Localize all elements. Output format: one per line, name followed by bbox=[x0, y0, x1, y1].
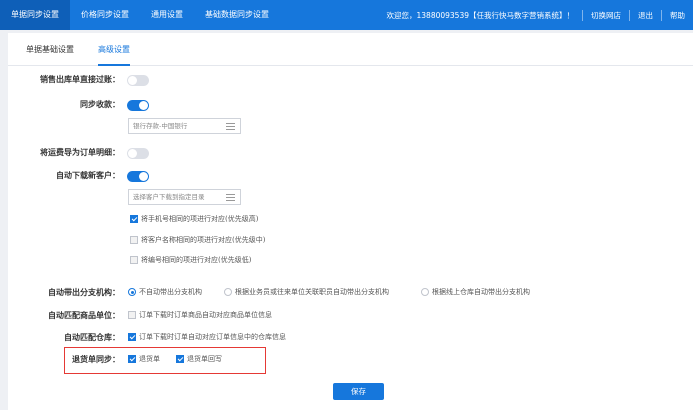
match-unit-label: 自动匹配商品单位： bbox=[48, 311, 120, 320]
match-phone-checkbox[interactable] bbox=[130, 215, 138, 223]
toggle-knob bbox=[128, 149, 137, 158]
list-icon bbox=[226, 123, 235, 130]
sales-out-direct-label: 销售出库单直接过账： bbox=[40, 75, 120, 84]
settings-panel: 单据基础设置 高级设置 销售出库单直接过账： 同步收款： 银行存款-中国银行 将… bbox=[8, 33, 693, 410]
toggle-knob bbox=[128, 76, 137, 85]
auto-branch-label: 自动带出分支机构： bbox=[48, 288, 120, 297]
return-order-checkbox[interactable] bbox=[128, 355, 136, 363]
customer-directory-placeholder: 选择客户下载到指定目录 bbox=[133, 193, 205, 201]
subtab-basic-settings[interactable]: 单据基础设置 bbox=[26, 33, 74, 66]
return-fee-label: 将运费导为订单明细： bbox=[40, 148, 120, 157]
branch-none-label: 不自动带出分支机构 bbox=[139, 288, 202, 296]
subtab-advanced-settings[interactable]: 高级设置 bbox=[98, 33, 130, 66]
match-code-checkbox[interactable] bbox=[130, 256, 138, 264]
list-icon bbox=[226, 194, 235, 201]
match-name-label: 将客户名称相同的项进行对应(优先级中) bbox=[141, 236, 266, 244]
tab-document-sync[interactable]: 单据同步设置 bbox=[0, 0, 70, 30]
top-nav: 单据同步设置 价格同步设置 通用设置 基础数据同步设置 bbox=[0, 0, 280, 30]
match-unit-option-label: 订单下载时订单商品自动对应商品单位信息 bbox=[139, 311, 272, 319]
receipt-account-select[interactable]: 银行存款-中国银行 bbox=[128, 118, 241, 134]
help-link[interactable]: 帮助 bbox=[661, 9, 693, 21]
auto-download-customer-label: 自动下载新客户： bbox=[56, 171, 120, 180]
welcome-text: 欢迎您，13880093539【任我行快马数字营销系统】！ bbox=[386, 10, 575, 20]
sub-tabs: 单据基础设置 高级设置 bbox=[8, 33, 693, 66]
sync-receipt-label: 同步收款： bbox=[80, 100, 120, 109]
top-bar: 单据同步设置 价格同步设置 通用设置 基础数据同步设置 欢迎您，13880093… bbox=[0, 0, 693, 30]
match-warehouse-label: 自动匹配仓库： bbox=[64, 333, 120, 342]
match-warehouse-option-label: 订单下载时订单自动对应订单信息中的仓库信息 bbox=[139, 333, 286, 341]
switch-store-link[interactable]: 切换网店 bbox=[582, 9, 629, 21]
save-button[interactable]: 保存 bbox=[333, 383, 384, 400]
tab-general-settings[interactable]: 通用设置 bbox=[140, 0, 194, 30]
branch-warehouse-radio[interactable] bbox=[421, 288, 429, 296]
branch-warehouse-label: 根据线上仓库自动带出分支机构 bbox=[432, 288, 530, 296]
sync-receipt-toggle[interactable] bbox=[127, 100, 149, 111]
match-phone-label: 将手机号相同的项进行对应(优先级高) bbox=[141, 215, 259, 223]
match-unit-checkbox[interactable] bbox=[128, 311, 136, 319]
receipt-account-value: 银行存款-中国银行 bbox=[133, 122, 188, 130]
branch-salesperson-radio[interactable] bbox=[224, 288, 232, 296]
logout-link[interactable]: 退出 bbox=[629, 9, 661, 21]
return-fee-toggle[interactable] bbox=[127, 148, 149, 159]
return-writeback-label: 退货单回写 bbox=[187, 355, 222, 363]
return-writeback-checkbox[interactable] bbox=[176, 355, 184, 363]
toggle-knob bbox=[139, 172, 148, 181]
match-warehouse-checkbox[interactable] bbox=[128, 333, 136, 341]
tab-basic-data-sync[interactable]: 基础数据同步设置 bbox=[194, 0, 280, 30]
auto-download-customer-toggle[interactable] bbox=[127, 171, 149, 182]
sales-out-direct-toggle[interactable] bbox=[127, 75, 149, 86]
branch-none-radio[interactable] bbox=[128, 288, 136, 296]
user-area: 欢迎您，13880093539【任我行快马数字营销系统】！ 切换网店 退出 帮助 bbox=[379, 0, 693, 30]
match-code-label: 将编号相同的项进行对应(优先级低) bbox=[141, 256, 252, 264]
return-order-label: 退货单 bbox=[139, 355, 160, 363]
return-sync-label: 退货单同步： bbox=[72, 355, 120, 364]
branch-salesperson-label: 根据业务员或往来单位关联职员自动带出分支机构 bbox=[235, 288, 389, 296]
customer-directory-select[interactable]: 选择客户下载到指定目录 bbox=[128, 189, 241, 205]
match-name-checkbox[interactable] bbox=[130, 236, 138, 244]
toggle-knob bbox=[139, 101, 148, 110]
tab-price-sync[interactable]: 价格同步设置 bbox=[70, 0, 140, 30]
